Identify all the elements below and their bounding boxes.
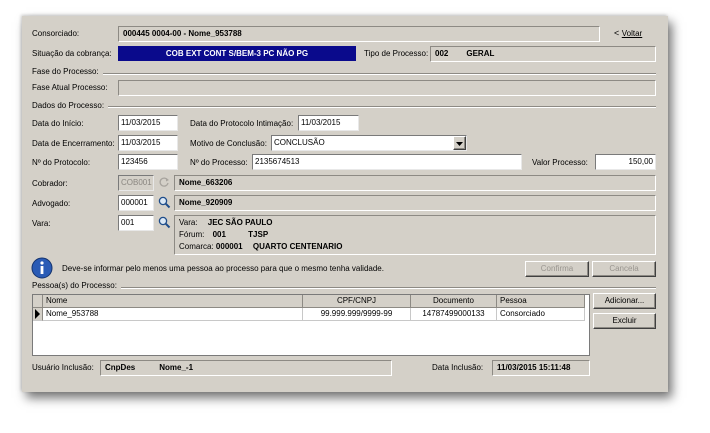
pessoas-section-label: Pessoa(s) do Processo: (32, 280, 121, 292)
forum-code: 001 (212, 230, 226, 239)
fase-separator (32, 73, 656, 75)
tipo-processo-field: 002 GERAL (430, 46, 656, 62)
cell-pessoa: Consorciado (497, 308, 585, 321)
pessoas-table[interactable]: Nome CPF/CNPJ Documento Pessoa Nome_9537… (32, 294, 590, 356)
vara-code-input[interactable]: 001 (118, 215, 154, 231)
inicio-input[interactable]: 11/03/2015 (118, 115, 178, 131)
valor-input[interactable]: 150,00 (595, 154, 656, 170)
comarca-value: QUARTO CENTENARIO (252, 242, 343, 251)
vara-key: Vara: (179, 218, 198, 227)
data-inclusao-field: 11/03/2015 15:11:48 (492, 360, 590, 376)
vara-value: JEC SÃO PAULO (207, 218, 273, 227)
search-icon[interactable] (158, 216, 172, 230)
column-header-cpf[interactable]: CPF/CNPJ (303, 295, 411, 308)
row-pointer-icon (33, 308, 43, 321)
cancel-button[interactable]: Cancela (592, 261, 656, 277)
advogado-label: Advogado: (32, 199, 71, 208)
num-processo-input[interactable]: 2135674513 (252, 154, 522, 170)
encerramento-label: Data de Encerramento: (32, 139, 115, 148)
info-icon (31, 257, 53, 279)
usuario-name: Nome_-1 (159, 363, 194, 372)
info-message: Deve-se informar pelo menos uma pessoa a… (62, 264, 384, 273)
confirm-button[interactable]: Confirma (525, 261, 589, 277)
comarca-key: Comarca: (179, 242, 214, 251)
consorciado-field: 000445 0004-00 - Nome_953788 (118, 26, 600, 42)
table-indicator-header (33, 295, 43, 308)
add-person-button[interactable]: Adicionar... (593, 293, 656, 309)
search-icon[interactable] (158, 196, 172, 210)
encerramento-input[interactable]: 11/03/2015 (118, 135, 178, 151)
forum-value: TJSP (248, 230, 269, 239)
voltar-link[interactable]: < Voltar (614, 28, 642, 38)
dados-separator (32, 106, 656, 108)
process-window: Consorciado: 000445 0004-00 - Nome_95378… (22, 16, 668, 392)
motivo-value: CONCLUSÃO (274, 138, 325, 147)
column-header-pessoa[interactable]: Pessoa (497, 295, 585, 308)
situacao-label: Situação da cobrança: (32, 49, 112, 58)
situacao-status-bar: COB EXT CONT S/BEM-3 PC NÃO PG (118, 46, 356, 61)
tipo-processo-code: 002 (435, 49, 449, 58)
dropdown-arrow-icon[interactable] (453, 136, 466, 150)
protocolo-intimacao-input[interactable]: 11/03/2015 (298, 115, 359, 131)
tipo-processo-label: Tipo de Processo: (364, 49, 429, 58)
motivo-select[interactable]: CONCLUSÃO (271, 135, 467, 151)
vara-info-panel: Vara: JEC SÃO PAULO Fórum: 001 TJSP Coma… (174, 215, 656, 255)
advogado-code-input[interactable]: 000001 (118, 195, 154, 211)
tipo-processo-value: GERAL (466, 49, 495, 58)
fase-atual-label: Fase Atual Processo: (32, 83, 108, 92)
valor-label: Valor Processo: (532, 158, 588, 167)
num-protocolo-label: Nº do Protocolo: (32, 158, 91, 167)
motivo-label: Motivo de Conclusão: (190, 139, 267, 148)
column-header-documento[interactable]: Documento (411, 295, 497, 308)
fase-section-label: Fase do Processo: (32, 66, 103, 78)
cell-documento: 14787499000133 (411, 308, 497, 321)
cell-cpf: 99.999.999/9999-99 (303, 308, 411, 321)
advogado-name-field: Nome_920909 (174, 195, 656, 211)
consorciado-label: Consorciado: (32, 29, 80, 38)
comarca-code: 000001 (215, 242, 243, 251)
num-protocolo-input[interactable]: 123456 (118, 154, 178, 170)
forum-key: Fórum: (179, 230, 205, 239)
usuario-inclusao-label: Usuário Inclusão: (32, 363, 94, 372)
column-header-nome[interactable]: Nome (43, 295, 303, 308)
pessoas-separator (32, 287, 656, 289)
usuario-inclusao-field: CnpDes Nome_-1 (100, 360, 392, 376)
usuario-code: CnpDes (105, 363, 136, 372)
cell-nome: Nome_953788 (43, 308, 303, 321)
data-inclusao-label: Data Inclusão: (432, 363, 484, 372)
refresh-icon (158, 176, 172, 190)
num-processo-label: Nº do Processo: (190, 158, 248, 167)
protocolo-intimacao-label: Data do Protocolo Intimação: (190, 119, 294, 128)
vara-label: Vara: (32, 219, 51, 228)
cobrador-code-input: COB001 (118, 175, 154, 191)
inicio-label: Data do Início: (32, 119, 84, 128)
delete-person-button[interactable]: Excluir (593, 313, 656, 329)
cobrador-name-field: Nome_663206 (174, 175, 656, 191)
cobrador-label: Cobrador: (32, 179, 68, 188)
fase-atual-field (118, 80, 656, 96)
dados-section-label: Dados do Processo: (32, 100, 109, 112)
voltar-label: Voltar (621, 29, 643, 38)
